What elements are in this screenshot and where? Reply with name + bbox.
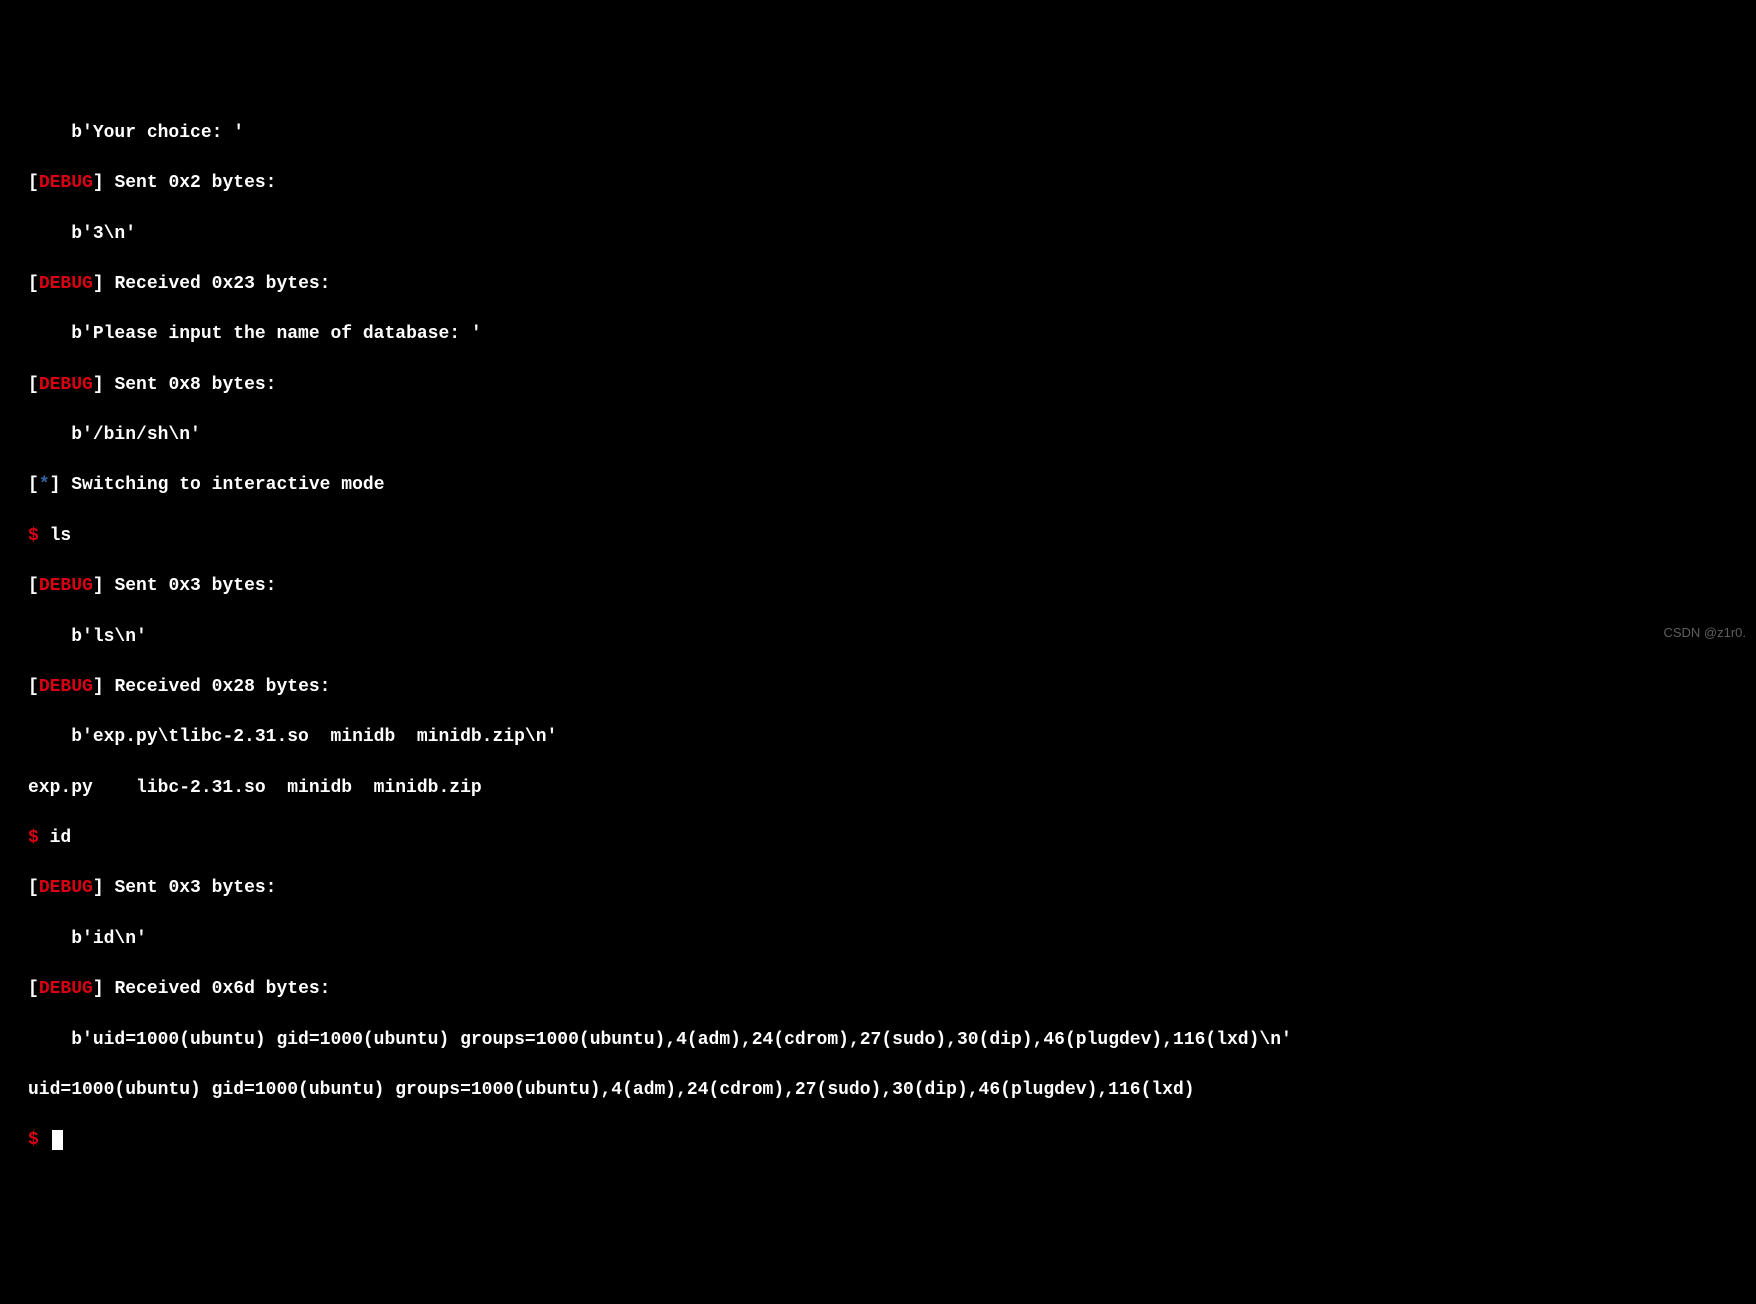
debug-tag: DEBUG [39,677,93,697]
output-text: Received 0x28 bytes: [104,677,331,697]
output-text: b'Please input the name of database: ' [71,324,481,344]
shell-prompt: $ [28,828,39,848]
bracket-open: [ [28,979,39,999]
indent [28,123,71,143]
bracket-open: [ [28,274,39,294]
debug-tag: DEBUG [39,576,93,596]
output-text: b'id\n' [71,929,147,949]
bracket-close: ] [93,677,104,697]
terminal-line: exp.py libc-2.31.so minidb minidb.zip [28,776,1756,801]
output-text: b'3\n' [71,224,136,244]
indent [28,627,71,647]
output-text: Sent 0x2 bytes: [104,173,277,193]
bracket-open: [ [28,878,39,898]
command-text: id [39,828,71,848]
bracket-open: [ [28,576,39,596]
terminal-line: [DEBUG] Sent 0x3 bytes: [28,574,1756,599]
shell-prompt: $ [28,1130,39,1150]
output-text: uid=1000(ubuntu) gid=1000(ubuntu) groups… [28,1080,1195,1100]
terminal-line: b'uid=1000(ubuntu) gid=1000(ubuntu) grou… [28,1028,1756,1053]
debug-tag: DEBUG [39,979,93,999]
watermark-text: CSDN @z1r0. [1663,624,1746,642]
terminal-line: uid=1000(ubuntu) gid=1000(ubuntu) groups… [28,1078,1756,1103]
output-text: b'/bin/sh\n' [71,425,201,445]
bracket-close: ] [93,173,104,193]
bracket-close: ] [50,475,61,495]
debug-tag: DEBUG [39,274,93,294]
bracket-open: [ [28,375,39,395]
terminal-line: [*] Switching to interactive mode [28,473,1756,498]
indent [28,224,71,244]
bracket-close: ] [93,979,104,999]
debug-tag: DEBUG [39,878,93,898]
output-text: b'uid=1000(ubuntu) gid=1000(ubuntu) grou… [71,1030,1292,1050]
indent [28,929,71,949]
bracket-close: ] [93,878,104,898]
terminal-line: b'/bin/sh\n' [28,423,1756,448]
terminal-line[interactable]: $ [28,1128,1756,1153]
indent [28,727,71,747]
bracket-close: ] [93,274,104,294]
terminal-line: b'3\n' [28,222,1756,247]
output-text: b'exp.py\tlibc-2.31.so minidb minidb.zip… [71,727,557,747]
cursor-icon [52,1130,63,1150]
command-text: ls [39,526,71,546]
bracket-close: ] [93,375,104,395]
terminal-line: [DEBUG] Sent 0x2 bytes: [28,171,1756,196]
terminal-line[interactable]: $ id [28,826,1756,851]
indent [28,324,71,344]
debug-tag: DEBUG [39,173,93,193]
terminal-line: b'id\n' [28,927,1756,952]
terminal-line: [DEBUG] Sent 0x8 bytes: [28,373,1756,398]
bracket-close: ] [93,576,104,596]
bracket-open: [ [28,475,39,495]
terminal-line: b'Please input the name of database: ' [28,322,1756,347]
bracket-open: [ [28,677,39,697]
terminal-line: [DEBUG] Sent 0x3 bytes: [28,876,1756,901]
indent [28,1030,71,1050]
output-text: Sent 0x3 bytes: [104,576,277,596]
bracket-open: [ [28,173,39,193]
terminal-line: [DEBUG] Received 0x6d bytes: [28,977,1756,1002]
terminal-line: [DEBUG] Received 0x28 bytes: [28,675,1756,700]
debug-tag: DEBUG [39,375,93,395]
output-text: b'ls\n' [71,627,147,647]
output-text: Received 0x6d bytes: [104,979,331,999]
terminal-line[interactable]: $ ls [28,524,1756,549]
output-text: Received 0x23 bytes: [104,274,331,294]
terminal-line: [DEBUG] Received 0x23 bytes: [28,272,1756,297]
terminal-line: b'ls\n' [28,625,1756,650]
shell-prompt: $ [28,526,39,546]
star-tag: * [39,475,50,495]
command-text [39,1130,50,1150]
indent [28,425,71,445]
output-text: exp.py libc-2.31.so minidb minidb.zip [28,778,482,798]
terminal-line: b'exp.py\tlibc-2.31.so minidb minidb.zip… [28,725,1756,750]
output-text: Switching to interactive mode [60,475,384,495]
output-text: Sent 0x8 bytes: [104,375,277,395]
output-text: b'Your choice: ' [71,123,244,143]
output-text: Sent 0x3 bytes: [104,878,277,898]
terminal-line: b'Your choice: ' [28,121,1756,146]
